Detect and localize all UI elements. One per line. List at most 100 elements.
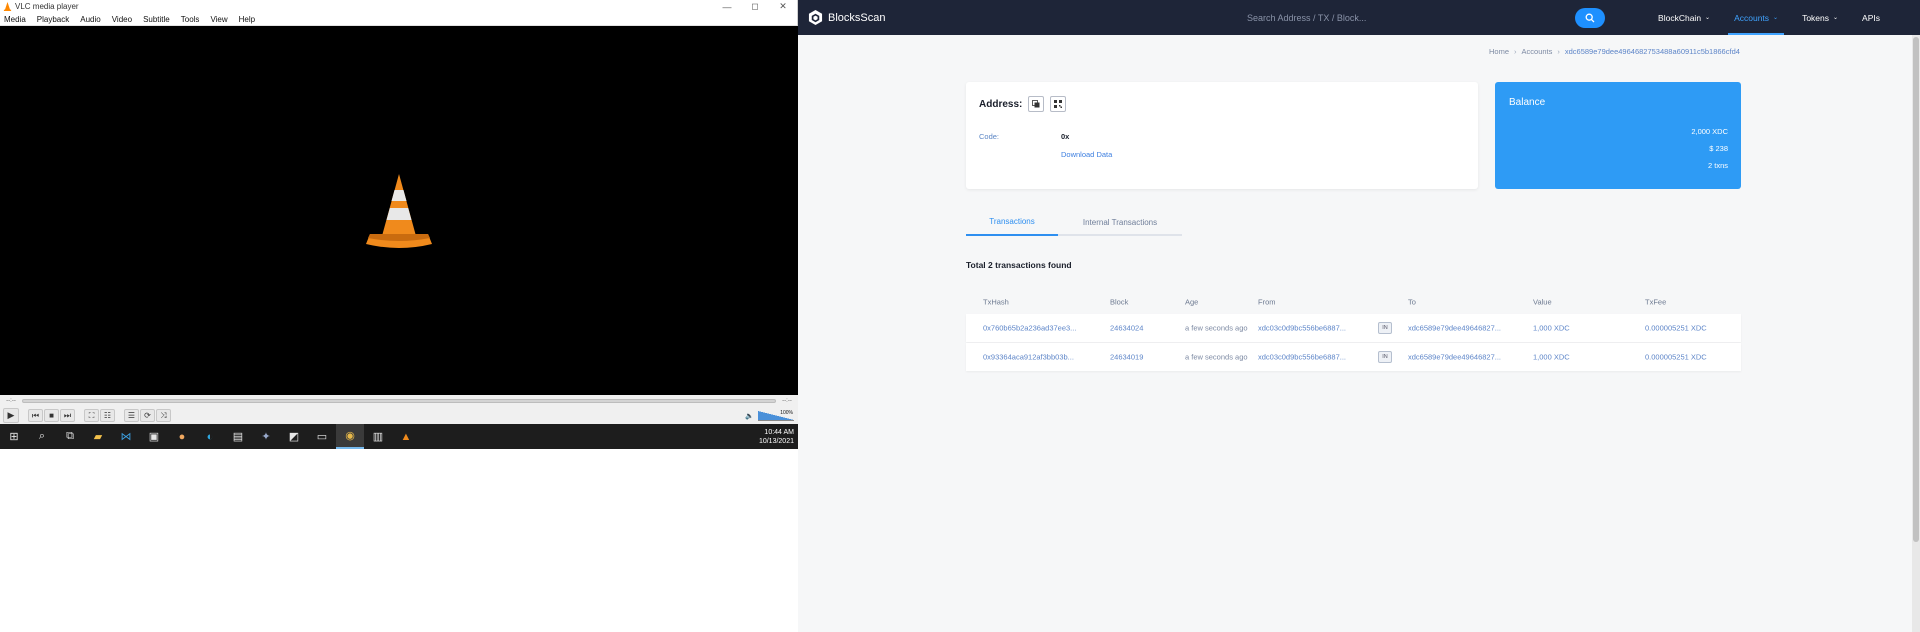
nav-accounts[interactable]: Accounts ⌄ [1728, 0, 1785, 35]
chevron-down-icon: ⌄ [1705, 15, 1711, 21]
clock-date: 10/13/2021 [758, 437, 794, 445]
taskbar-terminal[interactable]: ▣ [140, 424, 168, 449]
task-view-button[interactable]: ⧉ [56, 424, 84, 449]
col-age: Age [1185, 297, 1199, 307]
play-button[interactable]: ▶ [3, 408, 19, 423]
breadcrumb-accounts[interactable]: Accounts [1522, 47, 1553, 56]
stop-button[interactable]: ■ [44, 409, 59, 422]
taskbar-notepad[interactable]: ▥ [364, 424, 392, 449]
qr-code-button[interactable] [1050, 96, 1066, 112]
search-button[interactable] [1575, 7, 1605, 28]
balance-xdc: 2,000 XDC [1691, 127, 1728, 136]
taskbar-app-gallery[interactable]: ◩ [280, 424, 308, 449]
screen-icon: ▭ [316, 431, 328, 443]
in-badge: IN [1378, 322, 1392, 334]
menu-video[interactable]: Video [112, 15, 132, 24]
taskbar-file-explorer[interactable]: ▰ [84, 424, 112, 449]
chevron-down-icon: ⌄ [1773, 15, 1779, 21]
tx-age: a few seconds ago [1185, 323, 1248, 333]
tx-fee: 0.000005251 XDC [1645, 352, 1707, 362]
nav-accounts-label: Accounts [1734, 12, 1770, 23]
previous-button[interactable]: ⏮ [28, 409, 43, 422]
nav-apis-label: APIs [1862, 12, 1880, 23]
scrollbar-thumb[interactable] [1913, 37, 1919, 542]
vlc-window: VLC media player — ◻ ✕ Media Playback Au… [0, 0, 798, 449]
extended-settings-button[interactable]: ☷ [100, 409, 115, 422]
tx-block-link[interactable]: 24634019 [1110, 353, 1143, 362]
table-header: TxHash Block Age From To Value TxFee [966, 290, 1741, 314]
minimize-button[interactable]: — [713, 2, 741, 12]
menu-view[interactable]: View [210, 15, 227, 24]
volume-control[interactable]: 🔈 100% [745, 409, 794, 421]
tab-transactions[interactable]: Transactions [966, 208, 1058, 236]
menu-subtitle[interactable]: Subtitle [143, 15, 170, 24]
vlc-titlebar[interactable]: VLC media player — ◻ ✕ [0, 0, 797, 13]
search-taskbar-button[interactable]: ⌕ [28, 424, 56, 449]
seek-slider[interactable] [22, 399, 776, 403]
breadcrumb-separator: › [1514, 47, 1517, 56]
vlc-cone-icon [3, 2, 12, 11]
nav-tokens[interactable]: Tokens ⌄ [1802, 0, 1838, 35]
tx-from-link[interactable]: xdc03c0d9bc556be6887... [1258, 353, 1346, 362]
tab-internal-transactions[interactable]: Internal Transactions [1058, 208, 1182, 236]
breadcrumb-home[interactable]: Home [1489, 47, 1509, 56]
tx-to-link[interactable]: xdc6589e79dee49646827... [1408, 324, 1501, 333]
next-button[interactable]: ⏭ [60, 409, 75, 422]
vlc-menubar: Media Playback Audio Video Subtitle Tool… [0, 13, 797, 26]
network-icon: ✦ [261, 431, 271, 443]
brand-name: BlocksScan [828, 11, 886, 24]
nav-blockchain[interactable]: BlockChain ⌄ [1658, 0, 1710, 35]
tx-from-link[interactable]: xdc03c0d9bc556be6887... [1258, 324, 1346, 333]
taskbar-app-orange[interactable]: ● [168, 424, 196, 449]
volume-slider[interactable]: 100% [758, 409, 794, 421]
task-view-icon: ⧉ [66, 430, 74, 442]
taskbar-vscode[interactable]: ⋈ [112, 424, 140, 449]
taskbar-app-network[interactable]: ✦ [252, 424, 280, 449]
nav-tokens-label: Tokens [1802, 12, 1830, 23]
tx-hash-link[interactable]: 0x760b65b2a236ad37ee3... [983, 324, 1076, 333]
playlist-button[interactable]: ☰ [124, 409, 139, 422]
menu-media[interactable]: Media [4, 15, 26, 24]
seek-bar-row: --:-- --:-- [0, 395, 798, 407]
clock-time: 10:44 AM [764, 428, 794, 436]
taskbar-edge[interactable]: ◐ [196, 424, 224, 449]
tx-hash-link[interactable]: 0x93364aca912af3bb03b... [983, 353, 1074, 362]
loop-button[interactable]: ⟳ [140, 409, 155, 422]
menu-help[interactable]: Help [239, 15, 255, 24]
tx-to-link[interactable]: xdc6589e79dee49646827... [1408, 353, 1501, 362]
breadcrumb: Home › Accounts › xdc6589e79dee4964682753488… [1489, 47, 1740, 56]
time-elapsed: --:-- [6, 398, 16, 404]
tx-block-link[interactable]: 24634024 [1110, 324, 1143, 333]
shuffle-button[interactable]: ⤨ [156, 409, 171, 422]
copy-address-button[interactable] [1028, 96, 1044, 112]
in-badge: IN [1378, 351, 1392, 363]
page-scrollbar[interactable] [1912, 35, 1920, 632]
volume-label: 100% [780, 409, 793, 416]
taskbar-document[interactable]: ▤ [224, 424, 252, 449]
taskbar-vlc[interactable]: ▲ [392, 424, 420, 449]
brand-logo[interactable]: BlocksScan [808, 10, 885, 25]
download-data-link[interactable]: Download Data [1061, 150, 1112, 159]
menu-audio[interactable]: Audio [80, 15, 100, 24]
address-title: Address: [979, 99, 1023, 110]
browser-icon: ◉ [345, 430, 355, 442]
menu-playback[interactable]: Playback [37, 15, 69, 24]
video-area[interactable] [0, 26, 798, 395]
col-txfee: TxFee [1645, 297, 1667, 307]
close-button[interactable]: ✕ [769, 1, 797, 12]
playback-controls: ▶ ⏮ ■ ⏭ ⛶ ☷ ☰ ⟳ ⤨ 🔈 100% [0, 407, 798, 424]
maximize-button[interactable]: ◻ [741, 1, 769, 12]
balance-card: Balance 2,000 XDC $ 238 2 txns [1495, 82, 1741, 189]
nav-apis[interactable]: APIs [1862, 0, 1880, 35]
menu-tools[interactable]: Tools [181, 15, 200, 24]
search-input[interactable] [1245, 7, 1410, 28]
code-label: Code: [979, 132, 1000, 141]
table-row: 0x93364aca912af3bb03b... 24634019 a few … [966, 343, 1741, 371]
taskbar-chrome[interactable]: ◉ [336, 424, 364, 449]
document-icon: ▤ [232, 431, 244, 443]
taskbar-app-screen[interactable]: ▭ [308, 424, 336, 449]
start-button[interactable]: ⊞ [0, 424, 28, 449]
clock[interactable]: 10:44 AM 10/13/2021 [759, 428, 794, 446]
shuffle-icon: ⤨ [160, 410, 167, 420]
fullscreen-button[interactable]: ⛶ [84, 409, 99, 422]
